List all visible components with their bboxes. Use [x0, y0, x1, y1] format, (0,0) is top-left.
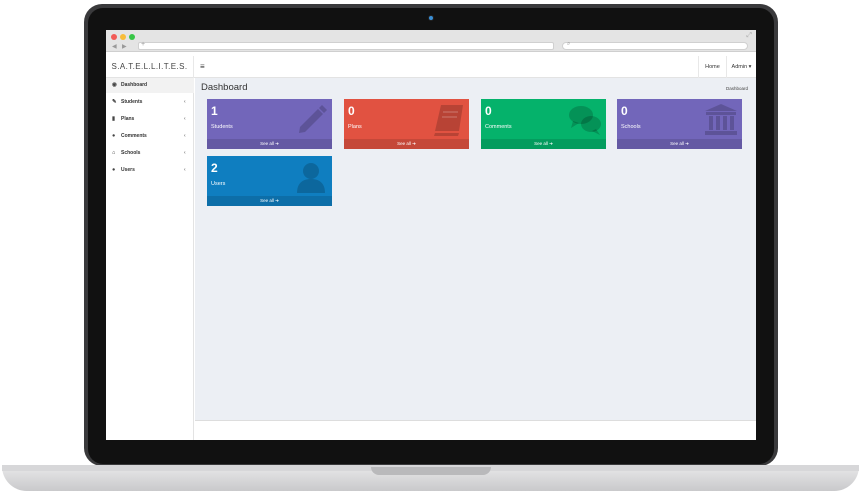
admin-dropdown[interactable]: Admin ▾	[726, 56, 756, 78]
institution-icon	[705, 104, 737, 135]
maximize-window-dot[interactable]	[129, 34, 135, 40]
stat-label: Schools	[621, 124, 641, 130]
browser-chrome: ◀ ▶ + ⌕ ⤢	[106, 30, 756, 52]
breadcrumb[interactable]: Dashboard	[726, 86, 748, 91]
pencil-icon	[299, 105, 327, 133]
stat-box-plans: 0 Plans See all ➜	[344, 99, 469, 149]
sidebar-item-students[interactable]: ✎ Students ‹	[106, 95, 194, 110]
sidebar-item-plans[interactable]: ▮ Plans ‹	[106, 112, 194, 127]
book-icon	[434, 105, 463, 136]
minimize-window-dot[interactable]	[120, 34, 126, 40]
see-all-label: See all	[397, 141, 411, 146]
sidebar-item-comments[interactable]: ● Comments ‹	[106, 129, 194, 144]
sidebar-item-label: Users	[121, 167, 135, 173]
expand-icon[interactable]: ⤢	[746, 32, 752, 40]
pencil-icon: ✎	[112, 99, 117, 105]
stat-count: 0	[348, 104, 355, 118]
bars-icon[interactable]: ≡	[200, 56, 205, 78]
user-icon: ●	[112, 167, 116, 173]
dashboard-icon: ◉	[112, 82, 117, 88]
chevron-left-icon: ‹	[184, 150, 186, 156]
comments-icon	[569, 106, 601, 135]
arrow-circle-right-icon: ➜	[549, 141, 553, 146]
stat-label: Plans	[348, 124, 362, 130]
chevron-left-icon: ‹	[184, 133, 186, 139]
sidebar: ◉ Dashboard ✎ Students ‹ ▮ Plans ‹ ● Com…	[106, 78, 194, 440]
chevron-left-icon: ‹	[184, 167, 186, 173]
see-all-label: See all	[534, 141, 548, 146]
laptop-notch	[371, 467, 491, 475]
nav-home-link[interactable]: Home	[698, 56, 726, 78]
arrow-circle-right-icon: ➜	[275, 141, 279, 146]
sidebar-item-label: Comments	[121, 133, 147, 139]
see-all-link-users[interactable]: See all ➜	[207, 196, 332, 206]
stat-box-comments: 0 Comments See all ➜	[481, 99, 606, 149]
sidebar-item-label: Dashboard	[121, 82, 148, 88]
see-all-link-students[interactable]: See all ➜	[207, 139, 332, 149]
brand-logo[interactable]: S.A.T.E.L.L.I.T.E.S.	[106, 56, 194, 78]
main-content: Dashboard Dashboard 1 Students See all ➜…	[195, 78, 756, 420]
arrow-circle-right-icon: ➜	[685, 141, 689, 146]
stat-count: 0	[485, 104, 492, 118]
arrow-circle-right-icon: ➜	[412, 141, 416, 146]
stat-label: Students	[211, 124, 233, 130]
search-icon: ⌕	[567, 41, 571, 47]
sidebar-item-schools[interactable]: ⌂ Schools ‹	[106, 146, 194, 161]
chevron-left-icon: ‹	[184, 99, 186, 105]
arrow-circle-right-icon: ➜	[275, 198, 279, 203]
sidebar-item-label: Students	[121, 99, 143, 105]
see-all-label: See all	[260, 198, 274, 203]
stat-count: 2	[211, 161, 218, 175]
sidebar-item-label: Plans	[121, 116, 135, 122]
see-all-link-schools[interactable]: See all ➜	[617, 139, 742, 149]
stat-box-schools: 0 Schools See all ➜	[617, 99, 742, 149]
chevron-left-icon: ‹	[184, 116, 186, 122]
stat-box-users: 2 Users See all ➜	[207, 156, 332, 206]
institution-icon: ⌂	[112, 150, 116, 156]
screen: ◀ ▶ + ⌕ ⤢ S.A.T.E.L.L.I.T.E.S. ≡ Home Ad…	[106, 30, 756, 440]
sidebar-item-users[interactable]: ● Users ‹	[106, 163, 194, 178]
see-all-label: See all	[260, 141, 274, 146]
close-window-dot[interactable]	[111, 34, 117, 40]
forward-arrow-icon[interactable]: ▶	[122, 43, 127, 50]
back-arrow-icon[interactable]: ◀	[112, 43, 117, 50]
sidebar-item-dashboard[interactable]: ◉ Dashboard	[106, 78, 194, 93]
stat-box-students: 1 Students See all ➜	[207, 99, 332, 149]
browser-search-bar[interactable]: ⌕	[562, 41, 748, 50]
stat-count: 1	[211, 104, 218, 118]
plus-icon: +	[141, 41, 146, 48]
book-icon: ▮	[112, 116, 116, 122]
see-all-link-comments[interactable]: See all ➜	[481, 139, 606, 149]
app-navbar: S.A.T.E.L.L.I.T.E.S. ≡ Home Admin ▾	[106, 56, 756, 78]
sidebar-item-label: Schools	[121, 150, 141, 156]
user-icon	[297, 163, 325, 193]
see-all-link-plans[interactable]: See all ➜	[344, 139, 469, 149]
address-bar[interactable]: +	[138, 41, 554, 50]
see-all-label: See all	[670, 141, 684, 146]
stat-label: Users	[211, 181, 226, 187]
comments-icon: ●	[112, 133, 116, 139]
stat-label: Comments	[485, 124, 512, 130]
page-title: Dashboard	[201, 82, 248, 93]
camera-icon	[428, 15, 434, 21]
content-footer	[195, 420, 756, 440]
stat-count: 0	[621, 104, 628, 118]
